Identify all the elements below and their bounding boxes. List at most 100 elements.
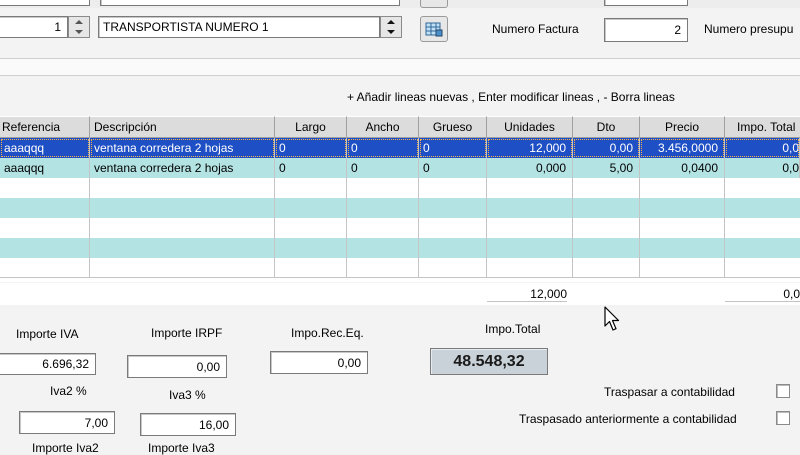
top-hidden-field-mid[interactable] xyxy=(100,0,400,6)
quantity-value: 1 xyxy=(54,20,61,34)
cell-precio[interactable]: 0,0400 xyxy=(640,158,725,178)
cell-empty[interactable] xyxy=(487,198,573,218)
importe-iva3-label: Importe Iva3 xyxy=(148,441,215,455)
col-header-unidades[interactable]: Unidades xyxy=(487,116,573,138)
cell-empty[interactable] xyxy=(0,178,90,198)
quantity-field[interactable]: 1 xyxy=(0,16,68,38)
cell-referencia[interactable]: aaaqqq xyxy=(0,158,90,178)
col-header-descripcion[interactable]: Descripción xyxy=(90,116,275,138)
iva3-field[interactable]: 16,00 xyxy=(140,413,236,436)
cell-empty[interactable] xyxy=(573,198,640,218)
top-hidden-icon-button[interactable] xyxy=(420,0,448,8)
cell-impo-total[interactable]: 0,0 xyxy=(725,138,800,158)
cell-empty[interactable] xyxy=(0,238,90,258)
cell-unidades[interactable]: 0,000 xyxy=(487,158,573,178)
spin-down-icon[interactable] xyxy=(75,30,83,34)
cell-empty[interactable] xyxy=(640,198,725,218)
col-header-precio[interactable]: Precio xyxy=(640,116,725,138)
cell-empty[interactable] xyxy=(90,218,275,238)
cell-empty[interactable] xyxy=(419,258,487,278)
cell-descripcion[interactable]: ventana corredera 2 hojas xyxy=(90,158,275,178)
cell-empty[interactable] xyxy=(640,238,725,258)
table-row-empty[interactable] xyxy=(0,238,800,258)
cell-unidades[interactable]: 12,000 xyxy=(487,138,573,158)
importe-iva-field[interactable]: 6.696,32 xyxy=(0,353,96,375)
cell-empty[interactable] xyxy=(90,178,275,198)
cell-empty[interactable] xyxy=(275,258,347,278)
cell-empty[interactable] xyxy=(90,198,275,218)
cell-empty[interactable] xyxy=(275,218,347,238)
cell-empty[interactable] xyxy=(347,198,419,218)
cell-empty[interactable] xyxy=(90,258,275,278)
spin-up-icon[interactable] xyxy=(75,20,83,24)
cell-ancho[interactable]: 0 xyxy=(347,158,419,178)
cell-empty[interactable] xyxy=(640,258,725,278)
cell-largo[interactable]: 0 xyxy=(275,138,347,158)
cell-empty[interactable] xyxy=(487,238,573,258)
cell-empty[interactable] xyxy=(640,218,725,238)
spin-down-icon[interactable] xyxy=(387,30,395,34)
cell-empty[interactable] xyxy=(487,258,573,278)
cell-grueso[interactable]: 0 xyxy=(419,138,487,158)
cell-precio[interactable]: 3.456,0000 xyxy=(640,138,725,158)
transportista-lookup-button[interactable] xyxy=(420,16,448,42)
cell-dto[interactable]: 5,00 xyxy=(573,158,640,178)
cell-empty[interactable] xyxy=(275,198,347,218)
cell-grueso[interactable]: 0 xyxy=(419,158,487,178)
cell-empty[interactable] xyxy=(347,238,419,258)
cell-dto[interactable]: 0,00 xyxy=(573,138,640,158)
numero-factura-field[interactable]: 2 xyxy=(604,18,688,42)
cell-empty[interactable] xyxy=(573,178,640,198)
cell-empty[interactable] xyxy=(347,258,419,278)
section-divider xyxy=(0,58,800,76)
col-header-largo[interactable]: Largo xyxy=(275,116,347,138)
table-row[interactable]: aaaqqq ventana corredera 2 hojas 0 0 0 1… xyxy=(0,138,800,158)
cell-empty[interactable] xyxy=(0,198,90,218)
table-row-empty[interactable] xyxy=(0,218,800,238)
cell-empty[interactable] xyxy=(573,218,640,238)
cell-empty[interactable] xyxy=(347,218,419,238)
col-header-ancho[interactable]: Ancho xyxy=(347,116,419,138)
cell-empty[interactable] xyxy=(347,178,419,198)
cell-empty[interactable] xyxy=(419,198,487,218)
table-row-empty[interactable] xyxy=(0,178,800,198)
lines-grid[interactable]: Referencia Descripción Largo Ancho Grues… xyxy=(0,116,800,282)
transportista-field[interactable]: TRANSPORTISTA NUMERO 1 xyxy=(98,16,380,38)
cell-empty[interactable] xyxy=(0,218,90,238)
quantity-spinner[interactable] xyxy=(68,16,90,38)
cell-empty[interactable] xyxy=(640,178,725,198)
impo-rec-eq-field[interactable]: 0,00 xyxy=(270,351,368,374)
cell-empty[interactable] xyxy=(487,178,573,198)
cell-impo-total[interactable]: 0,0 xyxy=(725,158,800,178)
cell-empty[interactable] xyxy=(90,238,275,258)
iva2-value: 7,00 xyxy=(84,415,108,430)
cell-empty[interactable] xyxy=(0,258,90,278)
cell-ancho[interactable]: 0 xyxy=(347,138,419,158)
col-header-grueso[interactable]: Grueso xyxy=(419,116,487,138)
top-hidden-field-right[interactable] xyxy=(604,0,688,6)
transportista-spinner[interactable] xyxy=(380,16,402,38)
table-row-empty[interactable] xyxy=(0,198,800,218)
cell-empty[interactable] xyxy=(275,178,347,198)
cell-largo[interactable]: 0 xyxy=(275,158,347,178)
cell-empty[interactable] xyxy=(573,258,640,278)
spin-up-icon[interactable] xyxy=(387,20,395,24)
table-row-empty[interactable] xyxy=(0,258,800,278)
cell-empty[interactable] xyxy=(419,218,487,238)
col-header-impo-total[interactable]: Impo. Total xyxy=(725,116,800,138)
traspasar-checkbox[interactable] xyxy=(776,384,790,398)
col-header-dto[interactable]: Dto xyxy=(573,116,640,138)
col-header-referencia[interactable]: Referencia xyxy=(0,116,90,138)
importe-irpf-field[interactable]: 0,00 xyxy=(127,355,227,378)
cell-empty[interactable] xyxy=(487,218,573,238)
top-hidden-field-left[interactable] xyxy=(0,0,90,6)
cell-empty[interactable] xyxy=(419,178,487,198)
table-row[interactable]: aaaqqq ventana corredera 2 hojas 0 0 0 0… xyxy=(0,158,800,178)
cell-empty[interactable] xyxy=(275,238,347,258)
traspasado-checkbox[interactable] xyxy=(776,411,790,425)
cell-descripcion[interactable]: ventana corredera 2 hojas xyxy=(90,138,275,158)
cell-referencia[interactable]: aaaqqq xyxy=(0,138,90,158)
iva2-field[interactable]: 7,00 xyxy=(19,411,115,434)
cell-empty[interactable] xyxy=(573,238,640,258)
cell-empty[interactable] xyxy=(419,238,487,258)
